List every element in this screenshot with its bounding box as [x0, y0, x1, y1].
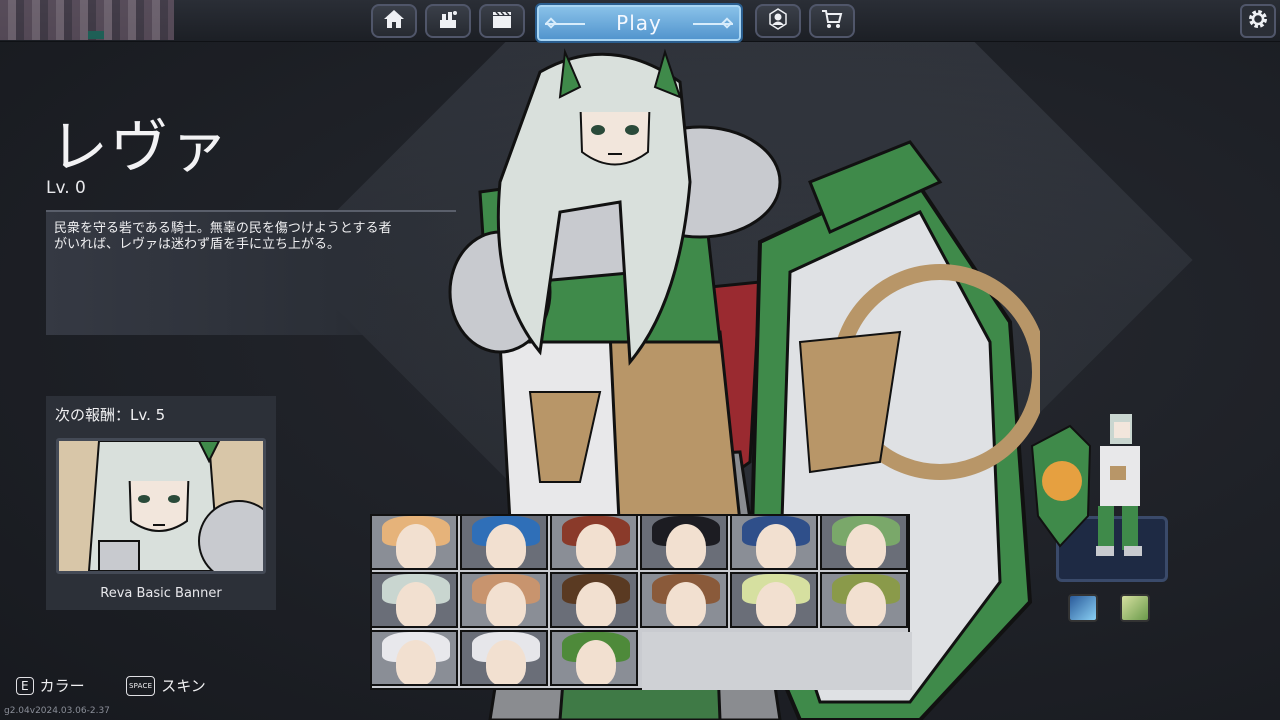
roster-character-portrait[interactable]: [730, 572, 818, 628]
settings-button[interactable]: [1240, 4, 1276, 38]
play-diamond-left: [545, 17, 557, 29]
portrait-face: [846, 524, 886, 568]
skin-hint-label: スキン: [161, 677, 206, 695]
roster-character-portrait[interactable]: [370, 572, 458, 628]
portrait-face: [396, 524, 436, 568]
roster-character-portrait[interactable]: [370, 630, 458, 686]
portrait-face: [486, 524, 526, 568]
player-profile-avatar[interactable]: [0, 0, 174, 40]
portrait-face: [756, 524, 796, 568]
roster-character-portrait[interactable]: [550, 514, 638, 570]
portrait-face: [486, 640, 526, 684]
reward-banner-image[interactable]: [56, 438, 266, 574]
portrait-face: [756, 582, 796, 626]
roster-character-portrait[interactable]: [460, 630, 548, 686]
reward-item-label: Reva Basic Banner: [100, 586, 222, 601]
gear-icon: [1246, 7, 1270, 35]
roster-character-portrait[interactable]: [460, 514, 548, 570]
portrait-face: [576, 524, 616, 568]
next-reward-title: 次の報酬：Lv. 5: [55, 406, 166, 424]
version-label: g2.04v2024.03.06-2.37: [4, 706, 110, 716]
character-name: レヴァ: [50, 113, 231, 181]
roster-character-portrait[interactable]: [820, 572, 908, 628]
portrait-face: [486, 582, 526, 626]
play-diamond-right: [721, 17, 733, 29]
roster-character-portrait[interactable]: [640, 514, 728, 570]
next-reward-panel: 次の報酬：Lv. 5 Reva Basic Banner: [46, 396, 276, 610]
roster-empty-area: [642, 632, 912, 690]
character-sprite: [1030, 406, 1160, 564]
roster-character-portrait[interactable]: [370, 514, 458, 570]
profile-status-bar: [88, 31, 104, 39]
key-e-icon: E: [16, 676, 34, 695]
roster-character-portrait[interactable]: [460, 572, 548, 628]
hero-bust-icon: [766, 7, 790, 35]
color-hint[interactable]: E カラー: [16, 675, 85, 696]
skill-icon-shield-wave[interactable]: [1068, 594, 1098, 622]
portrait-face: [576, 640, 616, 684]
portrait-face: [666, 582, 706, 626]
roster-character-portrait[interactable]: [640, 572, 728, 628]
character-roster-grid: [370, 514, 912, 690]
clapperboard-icon: [490, 8, 514, 35]
play-button-label: Play: [616, 11, 662, 35]
roster-character-portrait[interactable]: [550, 630, 638, 686]
portrait-face: [396, 582, 436, 626]
character-level: Lv. 0: [46, 178, 86, 198]
portrait-face: [666, 524, 706, 568]
skin-hint[interactable]: SPACE スキン: [126, 675, 206, 696]
cart-icon: [820, 8, 844, 35]
play-button[interactable]: Play: [535, 3, 743, 43]
home-button[interactable]: [371, 4, 417, 38]
library-button[interactable]: [425, 4, 471, 38]
roster-character-portrait[interactable]: [820, 514, 908, 570]
key-space-icon: SPACE: [126, 675, 156, 696]
home-icon: [382, 8, 406, 35]
hero-button[interactable]: [755, 4, 801, 38]
color-hint-label: カラー: [39, 677, 85, 695]
portrait-face: [576, 582, 616, 626]
cutscene-button[interactable]: [479, 4, 525, 38]
skill-icon-herb[interactable]: [1120, 594, 1150, 622]
top-bar: Play: [0, 0, 1280, 43]
portrait-face: [846, 582, 886, 626]
portrait-face: [396, 640, 436, 684]
roster-character-portrait[interactable]: [730, 514, 818, 570]
library-icon: [436, 8, 460, 35]
shop-button[interactable]: [809, 4, 855, 38]
roster-character-portrait[interactable]: [550, 572, 638, 628]
